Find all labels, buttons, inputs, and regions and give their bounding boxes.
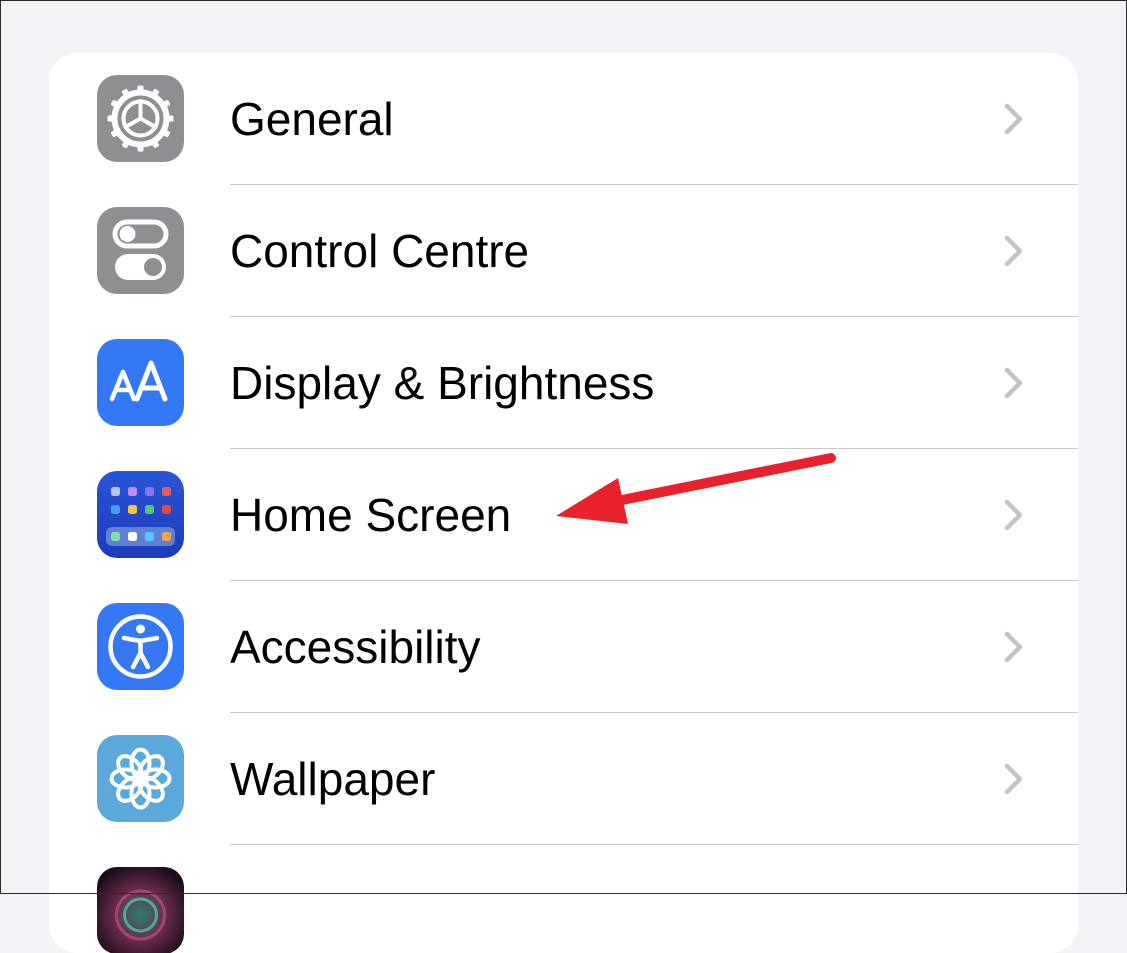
toggles-icon	[97, 207, 184, 294]
accessibility-person-icon	[97, 603, 184, 690]
chevron-right-icon	[1000, 366, 1028, 400]
settings-item-wallpaper[interactable]: Wallpaper	[49, 713, 1078, 845]
settings-item-general[interactable]: General	[49, 53, 1078, 185]
chevron-right-icon	[1000, 762, 1028, 796]
siri-icon	[97, 867, 184, 953]
settings-item-home-screen[interactable]: Home Screen	[49, 449, 1078, 581]
chevron-right-icon	[1000, 498, 1028, 532]
flower-icon	[97, 735, 184, 822]
settings-item-accessibility[interactable]: Accessibility	[49, 581, 1078, 713]
settings-item-label: Home Screen	[230, 489, 512, 541]
text-size-icon	[97, 339, 184, 426]
chevron-right-icon	[1000, 234, 1028, 268]
settings-item-display-brightness[interactable]: Display & Brightness	[49, 317, 1078, 449]
settings-item-label: Control Centre	[230, 225, 530, 277]
settings-item-label: Accessibility	[230, 621, 481, 673]
chevron-right-icon	[1000, 102, 1028, 136]
home-screen-grid-icon	[97, 471, 184, 558]
chevron-right-icon	[1000, 630, 1028, 664]
gear-icon	[97, 75, 184, 162]
settings-item-label: General	[230, 93, 394, 145]
settings-group: General Control Centre Display & Brightn…	[49, 53, 1078, 953]
settings-item-label: Display & Brightness	[230, 357, 655, 409]
settings-item-label: Wallpaper	[230, 753, 436, 805]
settings-item-control-centre[interactable]: Control Centre	[49, 185, 1078, 317]
settings-item-partial[interactable]	[49, 845, 1078, 953]
